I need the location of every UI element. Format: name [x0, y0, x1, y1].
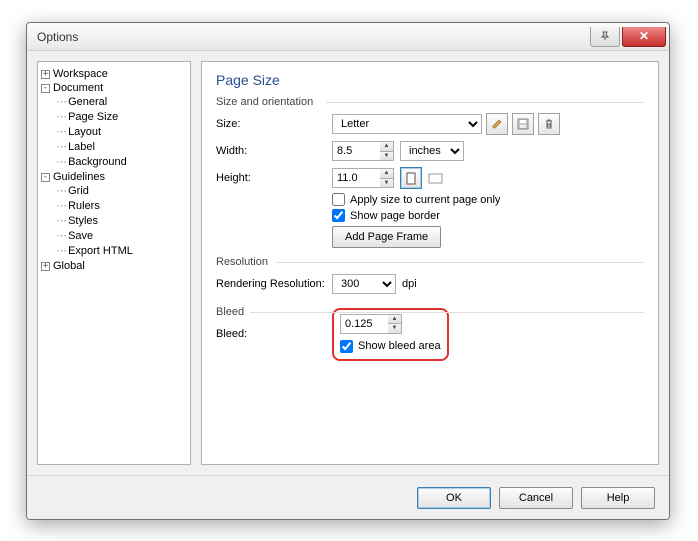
help-button[interactable]: Help — [581, 487, 655, 509]
add-frame-button[interactable]: Add Page Frame — [332, 226, 441, 248]
tree-item-label[interactable]: Label — [56, 139, 187, 154]
titlebar: Options ✕ — [27, 23, 669, 51]
bleed-label: Bleed: — [216, 328, 332, 340]
tree-item-grid[interactable]: Grid — [56, 183, 187, 198]
pencil-icon — [491, 118, 503, 130]
edit-button[interactable] — [486, 113, 508, 135]
spin-down-icon[interactable]: ▼ — [380, 179, 393, 188]
portrait-icon — [406, 172, 416, 185]
ok-button[interactable]: OK — [417, 487, 491, 509]
page-title: Page Size — [216, 72, 644, 88]
units-select[interactable]: inches — [400, 141, 464, 161]
floppy-icon — [517, 118, 529, 130]
width-input[interactable] — [332, 141, 380, 161]
tree-item-layout[interactable]: Layout — [56, 124, 187, 139]
show-bleed-checkbox[interactable]: Show bleed area — [340, 340, 441, 353]
close-icon: ✕ — [639, 29, 649, 43]
height-stepper[interactable]: ▲▼ — [332, 168, 394, 188]
tree-item-general[interactable]: General — [56, 94, 187, 109]
portrait-button[interactable] — [400, 167, 422, 189]
settings-panel: Page Size Size and orientation Size: Let… — [201, 61, 659, 465]
spin-down-icon[interactable]: ▼ — [380, 152, 393, 161]
trash-icon — [543, 118, 555, 130]
width-label: Width: — [216, 145, 332, 157]
section-resolution: Resolution — [216, 256, 644, 268]
tree-item-guidelines[interactable]: -Guidelines — [41, 171, 187, 183]
resolution-label: Rendering Resolution: — [216, 278, 332, 290]
landscape-button[interactable] — [426, 170, 444, 186]
resolution-select[interactable]: 300 — [332, 274, 396, 294]
collapse-icon[interactable]: - — [41, 84, 50, 93]
delete-preset-button[interactable] — [538, 113, 560, 135]
section-size: Size and orientation — [216, 96, 644, 108]
save-preset-button[interactable] — [512, 113, 534, 135]
dialog-title: Options — [37, 30, 590, 44]
cancel-button[interactable]: Cancel — [499, 487, 573, 509]
options-dialog: Options ✕ +Workspace -Document General P… — [26, 22, 670, 520]
expand-icon[interactable]: + — [41, 262, 50, 271]
collapse-icon[interactable]: - — [41, 173, 50, 182]
tree-item-workspace[interactable]: +Workspace — [41, 68, 187, 80]
tree-item-document[interactable]: -Document — [41, 82, 187, 94]
expand-icon[interactable]: + — [41, 70, 50, 79]
resolution-unit: dpi — [402, 278, 417, 290]
spin-up-icon[interactable]: ▲ — [380, 169, 393, 179]
landscape-icon — [428, 173, 443, 184]
size-select[interactable]: Letter — [332, 114, 482, 134]
window-buttons: ✕ — [590, 27, 666, 47]
dialog-body: +Workspace -Document General Page Size L… — [27, 51, 669, 475]
apply-current-checkbox[interactable]: Apply size to current page only — [332, 193, 644, 206]
spin-up-icon[interactable]: ▲ — [380, 142, 393, 152]
pin-icon — [600, 31, 610, 41]
close-button[interactable]: ✕ — [622, 27, 666, 47]
size-label: Size: — [216, 118, 332, 130]
pin-button[interactable] — [590, 27, 620, 47]
dialog-footer: OK Cancel Help — [27, 475, 669, 519]
spin-down-icon[interactable]: ▼ — [388, 324, 401, 333]
category-tree[interactable]: +Workspace -Document General Page Size L… — [37, 61, 191, 465]
tree-item-background[interactable]: Background — [56, 154, 187, 169]
show-border-checkbox[interactable]: Show page border — [332, 209, 644, 222]
tree-item-save[interactable]: Save — [56, 228, 187, 243]
tree-item-styles[interactable]: Styles — [56, 213, 187, 228]
tree-item-export[interactable]: Export HTML — [56, 243, 187, 258]
width-stepper[interactable]: ▲▼ — [332, 141, 394, 161]
height-label: Height: — [216, 172, 332, 184]
height-input[interactable] — [332, 168, 380, 188]
section-bleed: Bleed — [216, 306, 644, 318]
tree-item-global[interactable]: +Global — [41, 260, 187, 272]
tree-item-rulers[interactable]: Rulers — [56, 198, 187, 213]
tree-item-pagesize[interactable]: Page Size — [56, 109, 187, 124]
